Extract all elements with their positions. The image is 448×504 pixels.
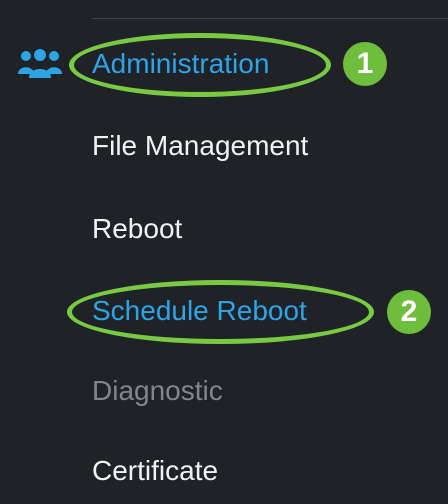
menu-item-administration[interactable]: Administration (92, 47, 269, 81)
divider-line (92, 18, 448, 19)
menu-item-reboot[interactable]: Reboot (92, 212, 182, 246)
step-badge-2: 2 (387, 290, 431, 334)
menu-item-schedule-reboot[interactable]: Schedule Reboot (92, 294, 307, 328)
menu-item-diagnostic[interactable]: Diagnostic (92, 374, 223, 408)
menu-item-certificate[interactable]: Certificate (92, 454, 218, 488)
users-group-icon (18, 49, 62, 78)
navigation-panel: Administration File Management Reboot Sc… (0, 0, 448, 504)
step-badge-1: 1 (343, 42, 387, 86)
menu-item-file-management[interactable]: File Management (92, 129, 308, 163)
